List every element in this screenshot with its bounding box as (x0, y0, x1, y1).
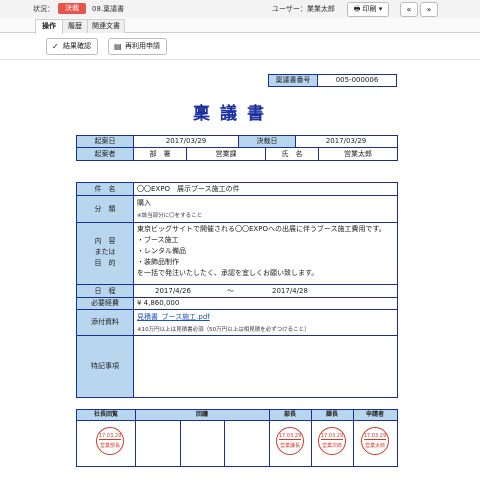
top-bar: 状況： 決裁 08.稟議書 ユーザー：業業太郎 🖶 印刷 ▾ « » (0, 0, 480, 19)
name-value: 営業太郎 (344, 150, 372, 158)
document-number-value: 005-000006 (317, 74, 397, 87)
result-confirm-label: 結果確認 (63, 42, 91, 50)
stamp-name: 営業太郎 (364, 443, 385, 449)
check-icon: ✓ (52, 42, 59, 51)
notes-label: 特記事項 (91, 362, 119, 370)
document-number-label: 稟議書番号 (268, 74, 318, 87)
applicant-stamp: 17.03.29 営業太郎 (361, 427, 389, 455)
document-type: 08.稟議書 (92, 5, 125, 13)
president-review-label: 社長回覧 (93, 411, 118, 418)
stamp-name: 営業次郎 (321, 443, 342, 449)
status-label: 状況： (33, 5, 54, 13)
document-icon: ▤ (114, 42, 122, 51)
tab-operation[interactable]: 操作 (35, 19, 63, 34)
header-info-table: 起案日 2017/03/29 決裁日 2017/03/29 起案者 部 署 営業… (76, 135, 398, 161)
circulation-label: 回議 (195, 411, 208, 418)
content-line: ・レンタル備品 (137, 247, 186, 255)
content-label-line1: 内 容 (94, 237, 116, 245)
prev-document-button[interactable]: « (400, 2, 418, 17)
content-label-line3: 目 的 (94, 259, 116, 267)
content-text: 東京ビッグサイトで開催される〇〇EXPOへの出展に伴うブース施工費用です。 ・ブ… (137, 224, 395, 279)
col-divider (353, 410, 354, 466)
created-date-value: 2017/03/29 (134, 136, 238, 148)
attachment-link[interactable]: 見積書_ブース施工.pdf (137, 312, 210, 322)
content-line: ・ブース施工 (137, 236, 179, 244)
reuse-apply-label: 再利用申請 (125, 42, 160, 50)
main-content-table: 件 名 〇〇EXPO 展示ブース施工の件 分 類 購入 ※該当部分に〇をすること… (76, 182, 398, 398)
tab-related-documents[interactable]: 関連文書 (87, 19, 125, 33)
content-label: 内 容 または 目 的 (77, 236, 133, 269)
decided-date-value: 2017/03/29 (295, 136, 397, 148)
content-line: を一括で発注いたしたく、承認を宜しくお願い致します。 (137, 269, 319, 277)
schedule-label: 日 程 (94, 287, 116, 295)
manager-label: 部長 (283, 411, 296, 418)
row-divider (77, 222, 397, 223)
subject-value: 〇〇EXPO 展示ブース施工の件 (137, 185, 240, 193)
decided-date-label: 決裁日 (238, 136, 296, 148)
section-chief-label: 課長 (325, 411, 338, 418)
printer-icon: 🖶 (353, 5, 363, 13)
category-value: 購入 (137, 199, 151, 207)
applicant-label: 申請者 (365, 411, 384, 418)
reuse-apply-button[interactable]: ▤ 再利用申請 (108, 38, 167, 55)
attachments-label: 添付資料 (91, 318, 119, 326)
col-divider (311, 410, 312, 466)
tab-history[interactable]: 履歴 (62, 19, 88, 33)
next-document-button[interactable]: » (420, 2, 438, 17)
category-label: 分 類 (94, 205, 116, 213)
col-divider (180, 420, 181, 466)
stamp-line (364, 439, 386, 440)
drafter-label: 起案者 (77, 148, 134, 160)
tab-bar: 操作 履歴 関連文書 (0, 18, 480, 34)
manager-stamp: 17.03.29 営業課長 (276, 427, 304, 455)
cost-value: ¥ 4,860,000 (137, 299, 180, 307)
schedule-separator: 〜 (227, 287, 234, 295)
col-divider (269, 410, 270, 466)
department-label: 部 署 (134, 148, 187, 160)
section-chief-stamp: 17.03.29 営業次郎 (318, 427, 346, 455)
document-title: 稟議書 (193, 104, 274, 124)
name-label: 氏 名 (266, 148, 319, 160)
result-confirm-button[interactable]: ✓ 結果確認 (46, 38, 98, 55)
print-button[interactable]: 🖶 印刷 ▾ (347, 2, 389, 17)
col-divider (135, 410, 136, 466)
chevron-down-icon: ▾ (376, 5, 383, 13)
action-bar: ✓ 結果確認 ▤ 再利用申請 (0, 33, 480, 60)
cost-label: 必要経費 (91, 299, 119, 307)
col-divider (224, 420, 225, 466)
approval-table: 社長回覧 回議 部長 課長 申請者 (76, 409, 398, 467)
subject-label: 件 名 (94, 185, 116, 193)
stamp-line (321, 439, 343, 440)
schedule-end: 2017/4/28 (272, 287, 308, 295)
stamp-name: 営業部長 (99, 443, 120, 449)
created-date-label: 起案日 (77, 136, 134, 148)
stamp-name: 営業課長 (279, 443, 300, 449)
content-label-line2: または (94, 248, 116, 256)
category-note: ※該当部分に〇をすること (137, 213, 203, 219)
stamp-line (99, 439, 121, 440)
stamp-line (279, 439, 301, 440)
attachment-note: ※10万円以上は見積書必須（50万円以上は相見積を必ずつけること） (137, 327, 310, 333)
notes-value (134, 336, 397, 397)
user-label: ユーザー：業業太郎 (272, 5, 335, 13)
print-label: 印刷 (362, 5, 377, 13)
content-line: 東京ビッグサイトで開催される〇〇EXPOへの出展に伴うブース施工費用です。 (137, 225, 386, 233)
president-stamp: 17.03.29 営業部長 (96, 427, 124, 455)
status-badge: 決裁 (58, 3, 86, 14)
schedule-start: 2017/4/26 (155, 287, 191, 295)
department-value: 営業課 (187, 148, 266, 160)
content-line: ・装飾品制作 (137, 258, 179, 266)
